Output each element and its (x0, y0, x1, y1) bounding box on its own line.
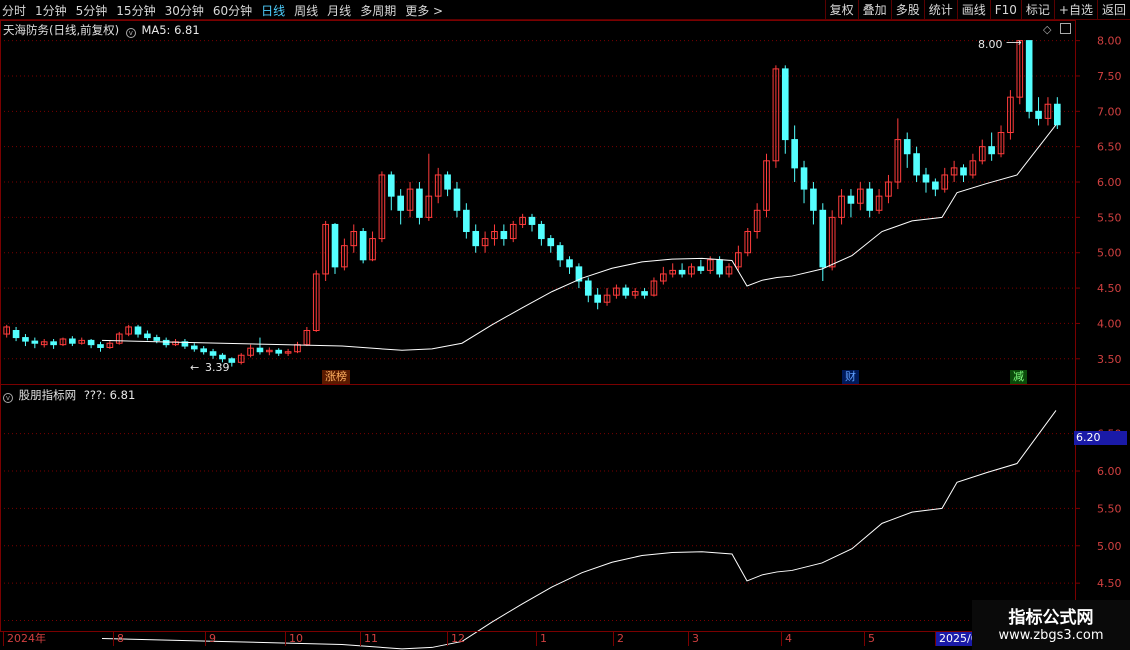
period-tabs: 分时 1分钟 5分钟 15分钟 30分钟 60分钟 日线 周线 月线 多周期 更多 > (2, 0, 452, 20)
sub-chart-pane[interactable] (0, 384, 1076, 632)
date-tick: 2 (613, 632, 624, 646)
date-tick: 3 (688, 632, 699, 646)
price-axis-main (1075, 20, 1130, 385)
toolbar-button-7[interactable]: +自选 (1053, 0, 1097, 20)
stock-title[interactable]: 天海防务(日线,前复权) (3, 23, 119, 37)
action-buttons: 复权 叠加 多股 统计 画线 F10 标记 +自选 返回 (824, 0, 1130, 20)
site-watermark: 指标公式网 www.zbgs3.com (972, 600, 1130, 650)
date-tick: 11 (360, 632, 378, 646)
period-tab-3[interactable]: 15分钟 (116, 2, 155, 19)
main-info-bar: 天海防务(日线,前复权) v MA5: 6.81 (3, 22, 200, 38)
date-tick: 2024年 (3, 632, 46, 646)
current-value-tag: 6.20 (1074, 431, 1127, 445)
period-tab-10[interactable]: 更多 > (405, 2, 443, 19)
sub-tick-label: 5.50 (1097, 502, 1122, 515)
date-tick: 12 (447, 632, 465, 646)
sub-tick-label: 5.00 (1097, 540, 1122, 553)
event-tag-reduce[interactable]: 减 (1010, 370, 1027, 384)
date-tick: 9 (205, 632, 216, 646)
toolbar-button-8[interactable]: 返回 (1096, 0, 1130, 20)
high-label: 8.00 (978, 38, 1003, 51)
main-chart-pane[interactable] (0, 20, 1076, 385)
period-tab-8[interactable]: 月线 (327, 2, 351, 19)
toolbar-button-1[interactable]: 叠加 (857, 0, 891, 20)
period-tab-5[interactable]: 60分钟 (213, 2, 252, 19)
sub-tick-label: 6.00 (1097, 465, 1122, 478)
toolbar-button-6[interactable]: 标记 (1020, 0, 1054, 20)
period-tab-6[interactable]: 日线 (261, 2, 285, 19)
date-tick: 10 (285, 632, 303, 646)
high-arrow-icon: ⟶ (1006, 36, 1022, 49)
date-axis: 2024年 8 9 10 11 12 1 2 3 4 5 2025/0 (0, 631, 1076, 646)
period-tab-7[interactable]: 周线 (294, 2, 318, 19)
watermark-url: www.zbgs3.com (998, 628, 1104, 643)
event-tag-limit-up[interactable]: 涨榜 (322, 370, 350, 384)
event-tag-finance[interactable]: 财 (842, 370, 859, 384)
restore-icon[interactable] (1060, 23, 1071, 34)
toolbar-button-5[interactable]: F10 (989, 0, 1021, 20)
sub-indicator: ???: 6.81 (83, 388, 136, 402)
watermark-title: 指标公式网 (1008, 608, 1094, 628)
date-tick: 8 (113, 632, 124, 646)
sub-tick-label: 4.50 (1097, 577, 1122, 590)
date-tick: 1 (536, 632, 547, 646)
period-tab-0[interactable]: 分时 (2, 2, 26, 19)
toolbar-button-0[interactable]: 复权 (824, 0, 858, 20)
period-tab-9[interactable]: 多周期 (360, 2, 396, 19)
toolbar-button-3[interactable]: 统计 (923, 0, 957, 20)
ma5-indicator: MA5: 6.81 (141, 23, 200, 37)
period-tab-2[interactable]: 5分钟 (76, 2, 108, 19)
sub-info-bar: v 股朋指标网 ???: 6.81 (3, 387, 135, 403)
period-tab-1[interactable]: 1分钟 (35, 2, 67, 19)
toolbar-button-2[interactable]: 多股 (890, 0, 924, 20)
settings-circle-icon[interactable]: v (3, 393, 13, 403)
low-arrow-icon: ← (190, 361, 200, 374)
date-tick: 4 (781, 632, 792, 646)
period-toolbar: 分时 1分钟 5分钟 15分钟 30分钟 60分钟 日线 周线 月线 多周期 更多 > 复权 叠加 多股… (0, 0, 1130, 20)
sub-title[interactable]: 股朋指标网 (19, 388, 77, 402)
low-label: 3.39 (205, 361, 230, 374)
period-tab-4[interactable]: 30分钟 (165, 2, 204, 19)
toolbar-button-4[interactable]: 画线 (956, 0, 990, 20)
settings-circle-icon[interactable]: v (125, 28, 136, 38)
diamond-icon[interactable]: ◇ (1043, 23, 1051, 36)
date-tick: 5 (864, 632, 875, 646)
